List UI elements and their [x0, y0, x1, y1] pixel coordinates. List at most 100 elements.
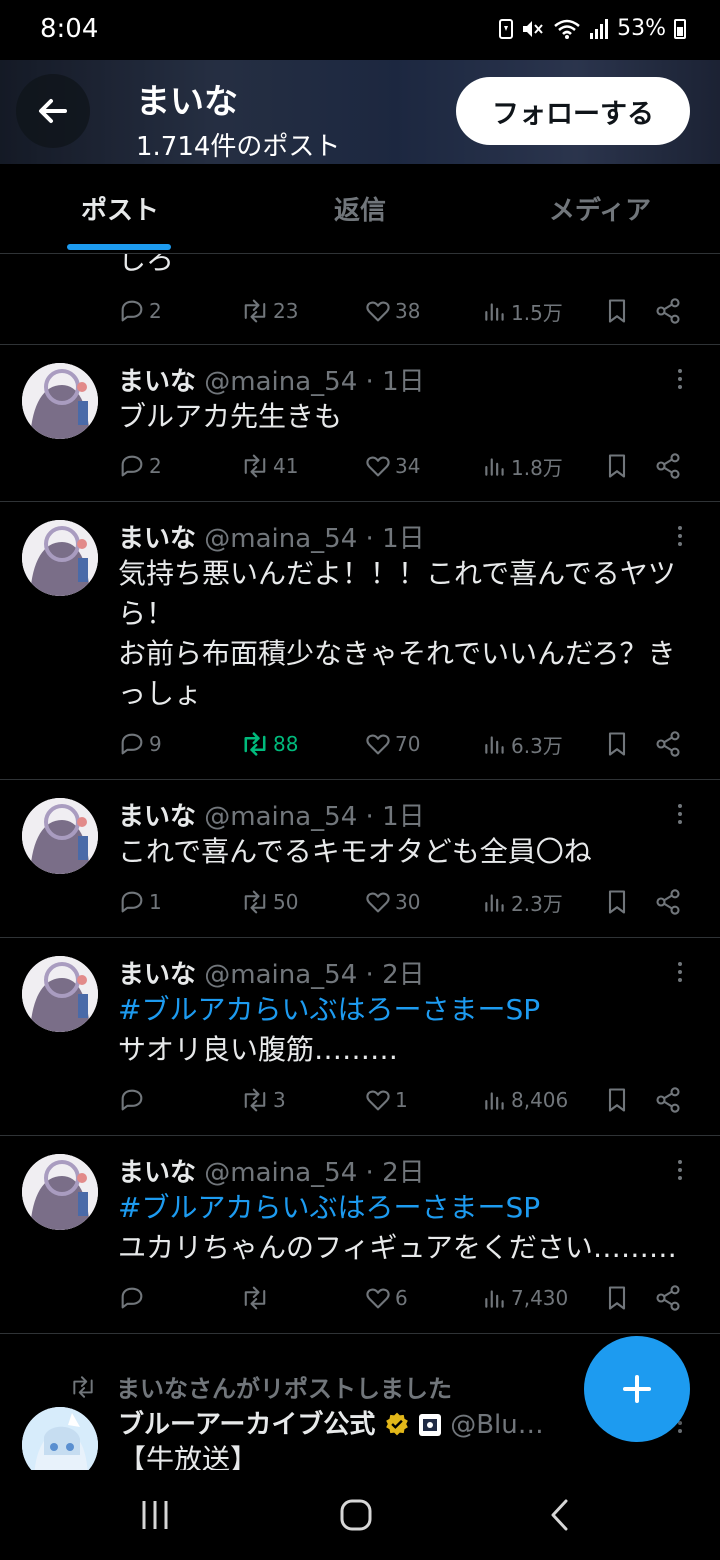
view-count: 6.3万	[511, 733, 563, 758]
like-button[interactable]: 70	[364, 724, 420, 764]
more-icon[interactable]	[670, 521, 690, 551]
repost-icon	[244, 1088, 266, 1112]
author-handle[interactable]: @maina_54	[204, 1158, 357, 1188]
bookmark-button[interactable]	[604, 446, 630, 486]
author-handle[interactable]: @Blu…	[450, 1410, 544, 1440]
bookmark-button[interactable]	[604, 1080, 630, 1120]
share-button[interactable]	[654, 291, 682, 331]
more-icon[interactable]	[670, 364, 690, 394]
tab-posts[interactable]: ポスト	[0, 164, 240, 253]
tweet[interactable]: まいな @maina_54 · 1日 気持ち悪いんだよ！！！これで喜んでるヤツ …	[0, 502, 720, 780]
bookmark-icon	[608, 454, 626, 478]
compose-plus-icon	[623, 1375, 651, 1403]
back-button[interactable]	[16, 74, 90, 148]
tweet[interactable]: まいな @maina_54 · 2日 #ブルアカらいぶはろーさまーSP サオリ良…	[0, 938, 720, 1136]
tweet-partial[interactable]: しろ 2 23 38 1.5万	[0, 254, 720, 345]
share-button[interactable]	[654, 724, 682, 764]
author-name[interactable]: まいな	[118, 524, 196, 554]
reply-button[interactable]: 9	[118, 724, 162, 764]
recents-button[interactable]	[125, 1492, 185, 1538]
share-button[interactable]	[654, 1080, 682, 1120]
more-icon[interactable]	[670, 1155, 690, 1185]
home-button[interactable]	[326, 1492, 386, 1538]
reply-button[interactable]	[118, 1278, 146, 1318]
repost-button[interactable]: 3	[240, 1080, 286, 1120]
tweet-text: ブルアカ先生きも	[118, 397, 690, 437]
repost-count: 41	[273, 454, 299, 478]
hashtag-link[interactable]: #ブルアカらいぶはろーさまーSP	[118, 990, 690, 1030]
tweet[interactable]: まいな @maina_54 · 2日 #ブルアカらいぶはろーさまーSP ユカリち…	[0, 1136, 720, 1334]
back-nav-button[interactable]	[530, 1492, 590, 1538]
like-button[interactable]: 6	[364, 1278, 408, 1318]
author-handle[interactable]: @maina_54	[204, 367, 357, 397]
like-button[interactable]: 38	[364, 291, 420, 331]
views-icon	[485, 1290, 504, 1308]
avatar[interactable]	[22, 520, 98, 596]
tweet[interactable]: まいな @maina_54 · 1日 これで喜んでるキモオタども全員〇ね 1 5…	[0, 780, 720, 938]
hashtag-link[interactable]: #ブルアカらいぶはろーさまーSP	[118, 1188, 690, 1228]
views-icon	[485, 736, 504, 754]
author-name[interactable]: まいな	[118, 1158, 196, 1188]
repost-button[interactable]	[240, 1278, 270, 1318]
like-button[interactable]: 34	[364, 446, 420, 486]
reply-button[interactable]: 2	[118, 291, 162, 331]
compose-button[interactable]	[584, 1336, 690, 1442]
more-icon[interactable]	[670, 799, 690, 829]
repost-count: 3	[273, 1088, 286, 1112]
like-button[interactable]: 1	[364, 1080, 408, 1120]
author-name[interactable]: まいな	[118, 802, 196, 832]
repost-button[interactable]: 41	[240, 446, 298, 486]
bookmark-button[interactable]	[604, 882, 630, 922]
bookmark-button[interactable]	[604, 291, 630, 331]
views-icon	[485, 458, 504, 476]
tab-media[interactable]: メディア	[480, 164, 720, 253]
tweet-age: 1日	[382, 367, 425, 397]
views-button[interactable]: 1.5万	[482, 291, 563, 331]
share-button[interactable]	[654, 882, 682, 922]
views-button[interactable]: 1.8万	[482, 446, 563, 486]
like-button[interactable]: 30	[364, 882, 420, 922]
views-button[interactable]: 6.3万	[482, 724, 563, 764]
tweet-header: ブルーアーカイブ公式 @Blu…	[118, 1404, 544, 1441]
reply-button[interactable]: 2	[118, 446, 162, 486]
reply-icon	[121, 300, 143, 322]
repost-button[interactable]: 50	[240, 882, 298, 922]
author-handle[interactable]: @maina_54	[204, 802, 357, 832]
reply-button[interactable]: 1	[118, 882, 162, 922]
status-icons: 53%	[499, 16, 686, 41]
avatar[interactable]	[22, 798, 98, 874]
views-button[interactable]: 7,430	[482, 1278, 568, 1318]
views-button[interactable]: 8,406	[482, 1080, 568, 1120]
share-button[interactable]	[654, 446, 682, 486]
reply-icon	[121, 733, 143, 755]
avatar-image	[22, 956, 98, 1032]
tweet-text: #ブルアカらいぶはろーさまーSP サオリ良い腹筋………	[118, 990, 690, 1070]
author-name[interactable]: まいな	[118, 367, 196, 397]
active-tab-indicator	[67, 244, 171, 250]
views-button[interactable]: 2.3万	[482, 882, 563, 922]
avatar[interactable]	[22, 1154, 98, 1230]
author-name[interactable]: まいな	[118, 960, 196, 990]
verified-badge-icon	[385, 1412, 408, 1436]
repost-icon	[244, 299, 266, 323]
tweet[interactable]: まいな @maina_54 · 1日 ブルアカ先生きも 2 41 34 1.8万	[0, 345, 720, 502]
bookmark-button[interactable]	[604, 1278, 630, 1318]
follow-button[interactable]: フォローする	[456, 77, 690, 145]
reply-button[interactable]	[118, 1080, 146, 1120]
more-icon[interactable]	[670, 957, 690, 987]
author-handle[interactable]: @maina_54	[204, 960, 357, 990]
signal-icon	[590, 18, 609, 39]
repost-button[interactable]: 88	[240, 724, 298, 764]
repost-button[interactable]: 23	[240, 291, 298, 331]
avatar[interactable]	[22, 363, 98, 439]
bookmark-button[interactable]	[604, 724, 630, 764]
tab-replies[interactable]: 返信	[240, 164, 480, 253]
repost-icon	[244, 890, 266, 914]
share-button[interactable]	[654, 1278, 682, 1318]
battery-percent: 53%	[617, 16, 666, 41]
author-name[interactable]: ブルーアーカイブ公式	[118, 1410, 375, 1440]
tweet-text: #ブルアカらいぶはろーさまーSP ユカリちゃんのフィギュアをください………	[118, 1188, 690, 1268]
avatar[interactable]	[22, 956, 98, 1032]
avatar-image	[22, 363, 98, 439]
author-handle[interactable]: @maina_54	[204, 524, 357, 554]
